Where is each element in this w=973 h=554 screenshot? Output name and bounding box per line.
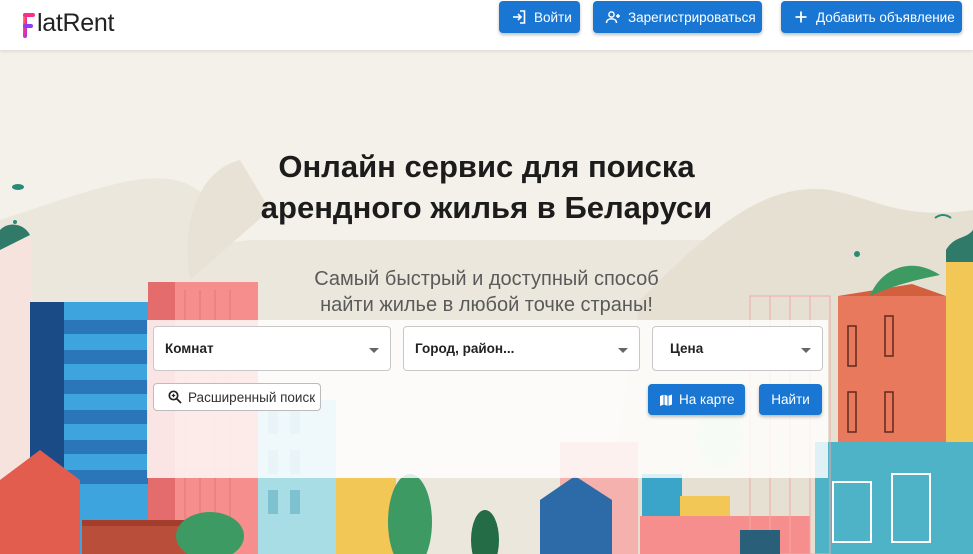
dropdown-arrow-icon bbox=[618, 348, 628, 353]
price-select-value: Цена bbox=[670, 341, 704, 356]
register-label: Зарегистрироваться bbox=[628, 9, 756, 25]
advanced-search-button[interactable]: Расширенный поиск bbox=[153, 383, 321, 411]
price-select[interactable]: Цена bbox=[652, 326, 823, 371]
logo-f-mark bbox=[22, 10, 36, 40]
login-button[interactable]: Войти bbox=[499, 1, 580, 33]
rooms-select[interactable]: Комнат bbox=[153, 326, 391, 371]
login-label: Войти bbox=[534, 9, 572, 25]
magnifier-icon bbox=[167, 389, 183, 405]
login-icon bbox=[511, 9, 527, 25]
map-button[interactable]: На карте bbox=[648, 384, 745, 415]
dropdown-arrow-icon bbox=[369, 348, 379, 353]
plus-icon bbox=[793, 9, 809, 25]
city-select[interactable]: Город, район... bbox=[403, 326, 640, 371]
hero-title: Онлайн сервис для поиска арендного жилья… bbox=[200, 146, 773, 228]
register-button[interactable]: Зарегистрироваться bbox=[593, 1, 762, 33]
search-panel: Комнат Город, район... Цена Расширенный … bbox=[147, 320, 828, 478]
person-add-icon bbox=[605, 9, 621, 25]
top-navbar: latRent Войти Зарегистрироваться Добавит… bbox=[0, 0, 973, 50]
map-icon bbox=[659, 393, 673, 407]
brand-logo[interactable]: latRent bbox=[22, 0, 114, 40]
map-button-label: На карте bbox=[679, 392, 735, 407]
hero-subtitle-line-1: Самый быстрый и доступный способ bbox=[314, 268, 659, 290]
hero-subtitle: Самый быстрый и доступный способ найти ж… bbox=[240, 266, 733, 318]
hero-title-line-1: Онлайн сервис для поиска bbox=[278, 149, 695, 184]
find-button-label: Найти bbox=[771, 392, 810, 407]
hero-title-line-2: арендного жилья в Беларуси bbox=[260, 190, 713, 225]
dropdown-arrow-icon bbox=[801, 348, 811, 353]
city-select-value: Город, район... bbox=[415, 341, 515, 356]
rooms-select-value: Комнат bbox=[165, 341, 214, 356]
advanced-search-label: Расширенный поиск bbox=[188, 389, 316, 405]
find-button[interactable]: Найти bbox=[759, 384, 822, 415]
hero-subtitle-line-2: найти жилье в любой точке страны! bbox=[320, 294, 653, 316]
brand-name: latRent bbox=[37, 9, 115, 37]
hero-section: Онлайн сервис для поиска арендного жилья… bbox=[0, 50, 973, 554]
add-listing-button[interactable]: Добавить объявление bbox=[781, 1, 962, 33]
add-listing-label: Добавить объявление bbox=[816, 9, 955, 25]
